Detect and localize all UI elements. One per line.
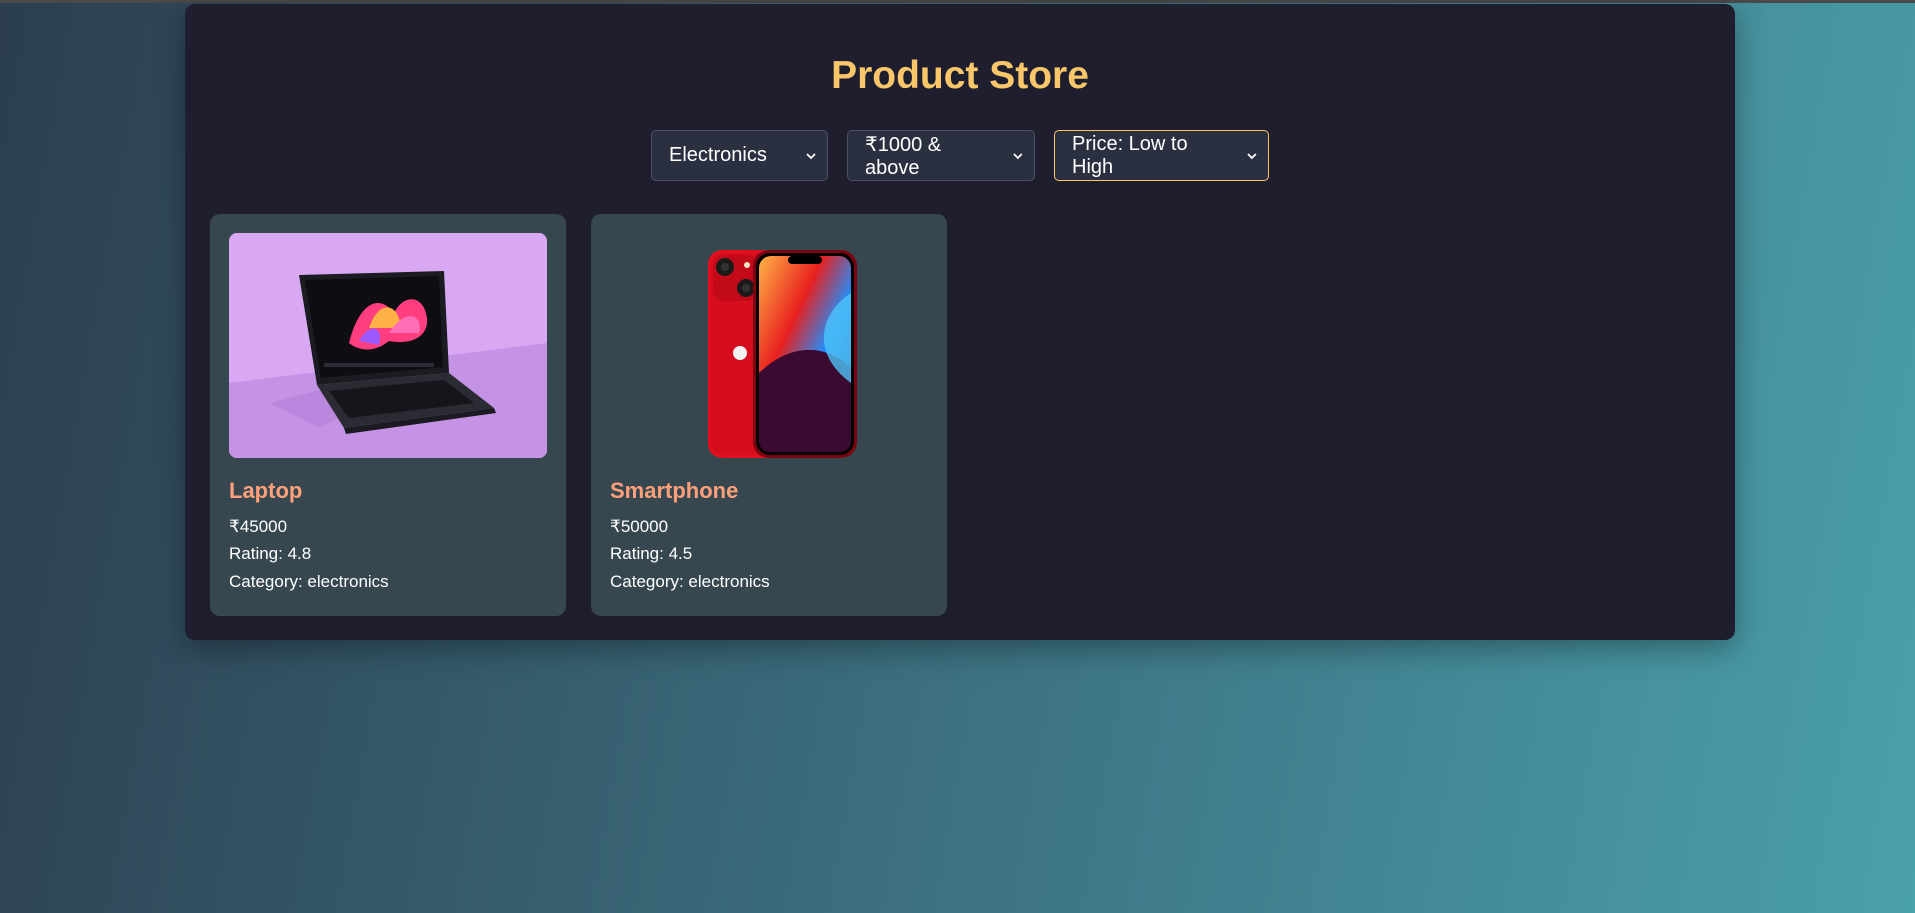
- product-price: ₹50000: [610, 517, 669, 536]
- product-card[interactable]: Laptop ₹45000 Rating: 4.8 Category: elec…: [210, 214, 566, 616]
- product-card[interactable]: Smartphone ₹50000 Rating: 4.5 Category: …: [591, 214, 947, 616]
- product-name: Smartphone: [610, 478, 739, 503]
- product-name: Laptop: [229, 478, 303, 503]
- store-container: Product Store Electronics ₹1000 & above …: [185, 4, 1735, 640]
- sort-select-value: Price: Low to High: [1072, 132, 1188, 178]
- filter-bar: Electronics ₹1000 & above Price: Low to …: [185, 130, 1735, 181]
- category-select[interactable]: Electronics: [651, 130, 828, 181]
- category-select-value: Electronics: [669, 144, 767, 166]
- sort-select[interactable]: Price: Low to High: [1054, 130, 1269, 181]
- chevron-down-icon: [1013, 152, 1023, 159]
- product-category: Category: electronics: [229, 572, 389, 591]
- page-title: Product Store: [831, 54, 1089, 97]
- browser-top-edge: [0, 0, 1915, 3]
- chevron-down-icon: [806, 152, 816, 159]
- product-rating: Rating: 4.5: [610, 544, 693, 563]
- product-category: Category: electronics: [610, 572, 770, 591]
- laptop-image: [229, 233, 547, 458]
- smartphone-image: [610, 233, 928, 458]
- product-rating: Rating: 4.8: [229, 544, 312, 563]
- price-range-select-value: ₹1000 & above: [865, 133, 942, 179]
- chevron-down-icon: [1247, 152, 1257, 159]
- price-range-select[interactable]: ₹1000 & above: [847, 130, 1035, 181]
- product-price: ₹45000: [229, 517, 288, 536]
